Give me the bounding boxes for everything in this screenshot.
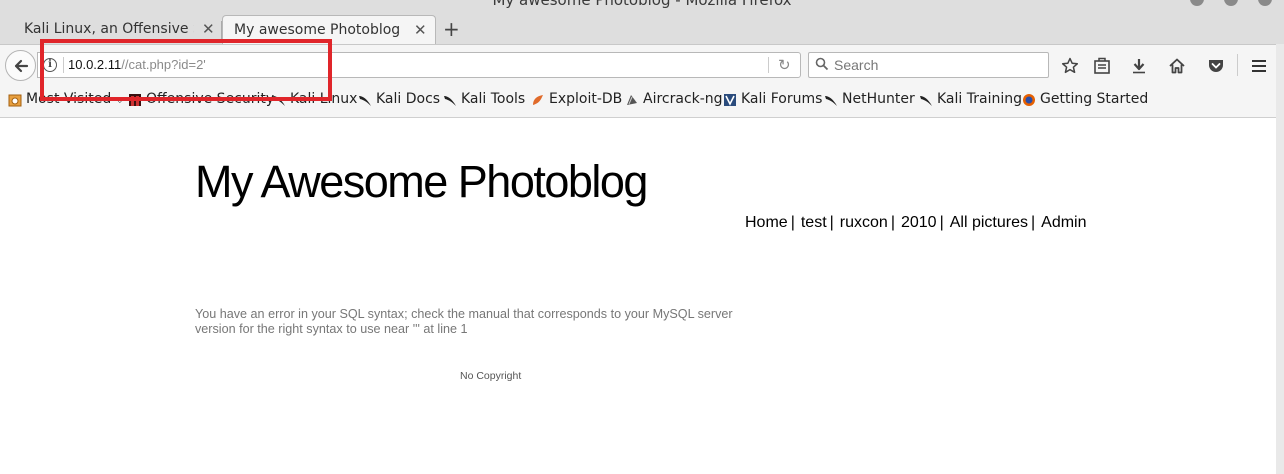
bookmark-kali-docs[interactable]: Kali Docs: [376, 91, 440, 107]
tab-label: My awesome Photoblog: [234, 22, 401, 38]
tab-label: Kali Linux, an Offensive S...: [24, 21, 194, 37]
sql-error-message: You have an error in your SQL syntax; ch…: [195, 307, 785, 337]
toolbar-divider: [1237, 54, 1238, 76]
error-line: version for the right syntax to use near…: [195, 322, 468, 336]
search-placeholder: Search: [834, 57, 879, 73]
bookmark-getting-started[interactable]: Getting Started: [1040, 91, 1148, 107]
menu-icon[interactable]: [1250, 57, 1268, 75]
nav-separator: |: [1030, 214, 1036, 231]
bookmark-nethunter[interactable]: NetHunter: [842, 91, 915, 107]
url-divider: [768, 57, 769, 73]
nav-link-test[interactable]: test: [801, 214, 827, 231]
nav-separator: |: [939, 214, 944, 231]
nav-separator: |: [829, 214, 834, 231]
bookmark-kali-forums[interactable]: Kali Forums: [741, 91, 822, 107]
home-icon[interactable]: [1168, 57, 1186, 75]
close-tab-icon[interactable]: ✕: [202, 20, 215, 38]
close-tab-icon[interactable]: ✕: [414, 21, 427, 39]
nav-link-2010[interactable]: 2010: [901, 214, 937, 231]
forums-icon: [724, 94, 736, 106]
reload-icon[interactable]: ↻: [778, 56, 791, 74]
nav-separator: |: [890, 214, 895, 231]
search-icon: [815, 57, 829, 71]
aircrack-icon: [627, 95, 637, 105]
most-visited-icon: [8, 94, 22, 107]
kali-icon: [444, 96, 456, 106]
back-button[interactable]: [5, 50, 36, 81]
scrollbar[interactable]: [1276, 44, 1284, 474]
kali-icon: [359, 96, 371, 106]
site-nav: Home | test | ruxcon | 2010 | All pictures | Admin: [745, 214, 1087, 232]
bookmark-kali-tools[interactable]: Kali Tools: [461, 91, 525, 107]
url-highlight-annotation: [40, 39, 332, 101]
title-bar: My awesome Photoblog - Mozilla Firefox K…: [0, 0, 1284, 45]
pocket-icon[interactable]: [1207, 57, 1225, 75]
firefox-icon: [1023, 94, 1035, 106]
nav-separator: |: [790, 214, 795, 231]
nav-link-ruxcon[interactable]: ruxcon: [840, 214, 888, 231]
footer: No Copyright: [460, 370, 522, 382]
new-tab-button[interactable]: +: [443, 17, 460, 41]
search-input[interactable]: Search: [808, 52, 1049, 78]
nav-link-admin[interactable]: Admin: [1041, 214, 1086, 231]
star-icon[interactable]: [1061, 57, 1079, 75]
bookmark-aircrack-ng[interactable]: Aircrack-ng: [643, 91, 723, 107]
window-title: My awesome Photoblog - Mozilla Firefox: [492, 0, 792, 9]
kali-icon: [825, 96, 837, 106]
bookmark-kali-training[interactable]: Kali Training: [937, 91, 1022, 107]
nav-link-all-pictures[interactable]: All pictures: [950, 214, 1028, 231]
kali-icon: [920, 96, 932, 106]
download-icon[interactable]: [1130, 57, 1148, 75]
bookmark-exploit-db[interactable]: Exploit-DB: [549, 91, 622, 107]
error-line: You have an error in your SQL syntax; ch…: [195, 307, 733, 321]
reading-list-icon[interactable]: [1093, 57, 1111, 75]
nav-link-home[interactable]: Home: [745, 214, 788, 231]
exploitdb-icon: [533, 95, 543, 105]
page-title: My Awesome Photoblog: [195, 156, 648, 207]
back-arrow-icon: [14, 59, 29, 73]
